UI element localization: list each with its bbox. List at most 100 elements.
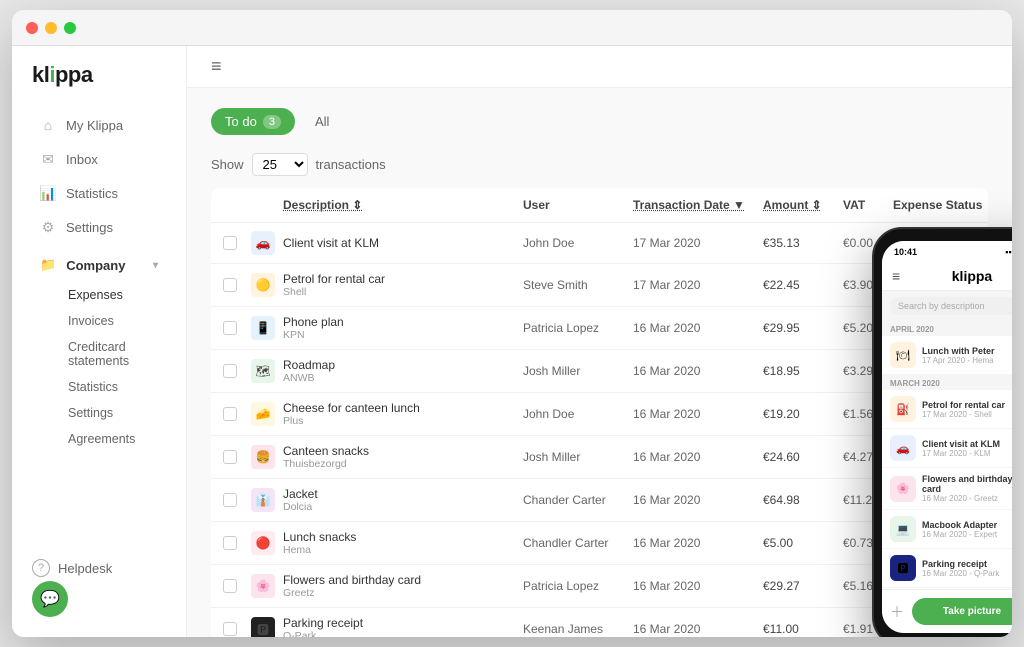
sub-company-statistics[interactable]: Statistics [56,374,186,400]
header-description[interactable]: Description ⇕ [283,198,523,212]
row-date: 16 Mar 2020 [633,450,763,464]
row-user: Patricia Lopez [523,579,633,593]
main-content: ≡ To do 3 All Show 25 50 1 [187,46,1012,637]
row-checkbox[interactable] [223,364,237,378]
take-picture-button[interactable]: Take picture [912,598,1012,625]
row-checkbox[interactable] [223,407,237,421]
sidebar-item-company[interactable]: 📁 Company ▾ [20,248,178,282]
phone-section-april: APRIL 2020 [882,321,1012,336]
row-date: 16 Mar 2020 [633,321,763,335]
phone-item-info: Flowers and birthday card 16 Mar 2020 - … [922,474,1012,503]
row-description: Roadmap ANWB [283,358,523,384]
row-checkbox-wrapper [223,450,251,464]
phone-screen: 10:41 ▪▪▪ WiFi 🔋 ≡ klippa ≡ Search by de… [882,241,1012,633]
phone-item-name: Macbook Adapter [922,520,1010,530]
inbox-icon: ✉ [40,151,56,167]
row-date: 16 Mar 2020 [633,579,763,593]
phone-add-icon[interactable]: ＋ [890,602,904,622]
phone-item-info: Client visit at KLM 17 Mar 2020 - KLM [922,439,1010,458]
sidebar-item-inbox[interactable]: ✉ Inbox [20,142,178,176]
phone-list-item[interactable]: 🌸 Flowers and birthday card 16 Mar 2020 … [882,468,1012,510]
phone-list-item[interactable]: ⛽ Petrol for rental car 17 Mar 2020 - Sh… [882,390,1012,429]
row-description: Phone plan KPN [283,315,523,341]
sidebar-item-settings[interactable]: ⚙ Settings [20,210,178,244]
sidebar-item-statistics[interactable]: 📊 Statistics [20,176,178,210]
row-date: 16 Mar 2020 [633,364,763,378]
row-checkbox[interactable] [223,321,237,335]
phone-item-name: Petrol for rental car [922,400,1012,410]
phone-search-bar[interactable]: Search by description [890,297,1012,315]
row-desc-main: Flowers and birthday card [283,573,523,587]
phone-item-name: Flowers and birthday card [922,474,1012,494]
tab-todo[interactable]: To do 3 [211,108,295,135]
settings-icon: ⚙ [40,219,56,235]
row-icon: 🅿 [251,617,275,637]
phone-item-info: Lunch with Peter 17 Apr 2020 - Hema [922,346,1012,365]
row-checkbox[interactable] [223,622,237,636]
hamburger-icon[interactable]: ≡ [211,56,222,77]
row-checkbox[interactable] [223,536,237,550]
close-button[interactable] [26,22,38,34]
show-count-select[interactable]: 25 50 100 [252,153,308,176]
sidebar-item-label: Settings [66,220,113,235]
chat-button[interactable]: 💬 [32,581,68,617]
row-desc-main: Jacket [283,487,523,501]
sub-expenses[interactable]: Expenses [56,282,186,308]
row-user: Chandler Carter [523,536,633,550]
row-description: Cheese for canteen lunch Plus [283,401,523,427]
phone-list-item[interactable]: 🚗 Client visit at KLM 17 Mar 2020 - KLM … [882,429,1012,468]
row-icon: 🚗 [251,231,275,255]
phone-menu-icon[interactable]: ≡ [892,268,900,284]
header-amount[interactable]: Amount ⇕ [763,198,843,212]
phone-logo: klippa [952,268,992,284]
phone-header: ≡ klippa ≡ [882,262,1012,291]
header-date[interactable]: Transaction Date ▼ [633,198,763,212]
row-date: 16 Mar 2020 [633,493,763,507]
row-desc-main: Roadmap [283,358,523,372]
row-amount: €29.95 [763,321,843,335]
sub-invoices[interactable]: Invoices [56,308,186,334]
row-desc-sub: Dolcia [283,501,523,513]
row-desc-sub: Greetz [283,587,523,599]
row-description: Petrol for rental car Shell [283,272,523,298]
tab-todo-label: To do [225,114,257,129]
row-checkbox[interactable] [223,450,237,464]
phone-list-item[interactable]: 💻 Macbook Adapter 16 Mar 2020 - Expert €… [882,510,1012,549]
row-checkbox-wrapper [223,278,251,292]
phone-section-march: MARCH 2020 [882,375,1012,390]
row-date: 17 Mar 2020 [633,236,763,250]
header-status: Expense Status [893,198,988,212]
maximize-button[interactable] [64,22,76,34]
row-icon: 🍔 [251,445,275,469]
company-icon: 📁 [40,257,56,273]
app-window: klippa ⌂ My Klippa ✉ Inbox 📊 Statistics … [12,10,1012,637]
row-amount: €24.60 [763,450,843,464]
show-row: Show 25 50 100 transactions [211,153,988,176]
row-desc-sub: Hema [283,544,523,556]
row-desc-sub: Q-Park [283,630,523,637]
row-desc-main: Client visit at KLM [283,236,523,250]
header-checkbox [223,198,251,212]
sidebar-item-my-klippa[interactable]: ⌂ My Klippa [20,108,178,142]
row-checkbox-wrapper [223,407,251,421]
sidebar: klippa ⌂ My Klippa ✉ Inbox 📊 Statistics … [12,46,187,637]
row-amount: €64.98 [763,493,843,507]
sub-creditcard[interactable]: Creditcard statements [56,334,186,374]
sub-company-settings[interactable]: Settings [56,400,186,426]
row-checkbox-wrapper [223,364,251,378]
sub-agreements[interactable]: Agreements [56,426,186,452]
phone-signal: ▪▪▪ WiFi 🔋 [1005,247,1012,258]
row-checkbox[interactable] [223,493,237,507]
phone-list-item[interactable]: 🅿 Parking receipt 16 Mar 2020 - Q-Park €… [882,549,1012,588]
row-description: Client visit at KLM [283,236,523,250]
row-user: Patricia Lopez [523,321,633,335]
phone-item-icon: ⛽ [890,396,916,422]
row-checkbox[interactable] [223,579,237,593]
row-checkbox[interactable] [223,236,237,250]
phone-list-item[interactable]: 🍽 Lunch with Peter 17 Apr 2020 - Hema € … [882,336,1012,375]
row-checkbox-wrapper [223,493,251,507]
minimize-button[interactable] [45,22,57,34]
phone-item-icon: 🍽 [890,342,916,368]
row-checkbox[interactable] [223,278,237,292]
tab-all[interactable]: All [307,108,337,135]
